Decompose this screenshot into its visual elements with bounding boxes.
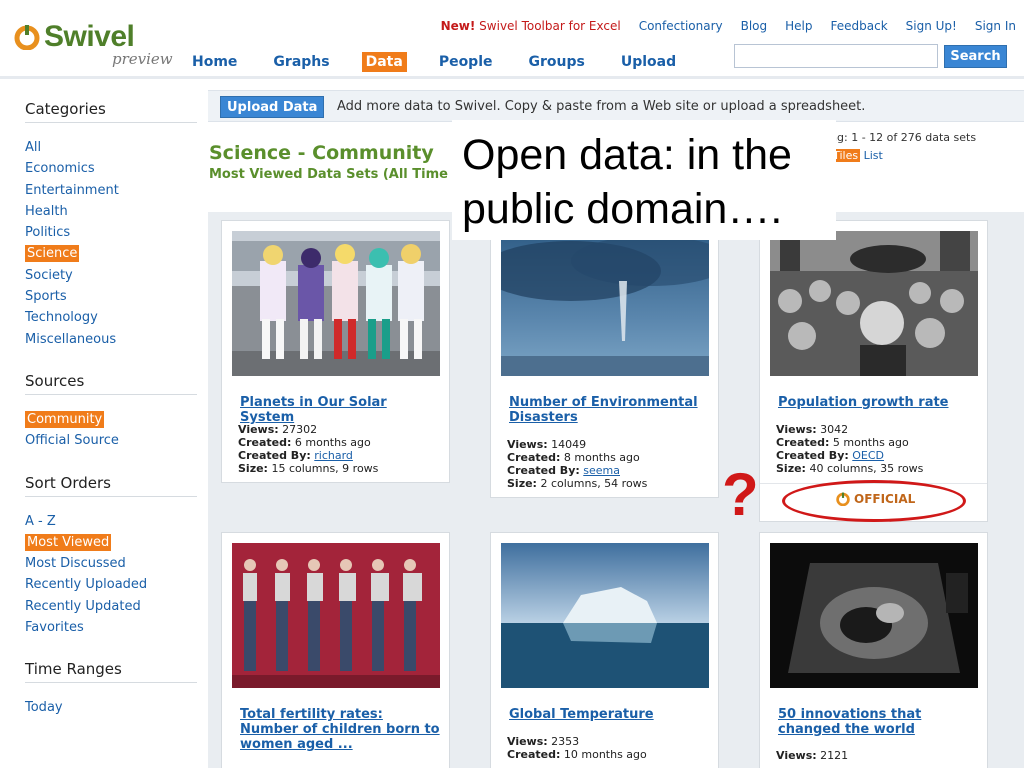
view-list-option[interactable]: List — [864, 149, 883, 162]
dataset-tile: Number of Environmental Disasters Views:… — [490, 220, 719, 498]
category-health[interactable]: Health — [25, 201, 197, 222]
page-title: Science - Community — [209, 142, 434, 164]
swivel-logo[interactable]: Swivel preview — [14, 20, 173, 72]
sort-most-viewed[interactable]: Most Viewed — [25, 532, 197, 553]
creator-link[interactable]: seema — [583, 464, 620, 477]
category-entertainment[interactable]: Entertainment — [25, 180, 197, 201]
tile-meta: Views: 2121 — [776, 749, 849, 762]
category-sports[interactable]: Sports — [25, 286, 197, 307]
time-ranges-list: Today — [25, 697, 197, 718]
annotation-circle — [782, 480, 966, 522]
header-divider — [0, 76, 1024, 79]
dataset-tile: Total fertility rates: Number of childre… — [221, 532, 450, 768]
tile-thumbnail-pregnancy[interactable] — [232, 543, 440, 688]
sign-up-link[interactable]: Sign Up! — [906, 19, 957, 33]
overlay-line-1: Open data: in the — [462, 131, 792, 179]
tile-title-link[interactable]: Population growth rate — [778, 395, 978, 410]
tile-thumbnail-cosplay[interactable] — [232, 231, 440, 376]
tile-meta: Views: 2353 Created: 10 months ago — [507, 735, 647, 761]
creator-link[interactable]: OECD — [852, 449, 884, 462]
tile-thumbnail-tornado[interactable] — [501, 231, 709, 376]
tile-title-link[interactable]: Number of Environmental Disasters — [509, 395, 709, 425]
tornado-photo-icon — [501, 231, 709, 376]
source-official[interactable]: Official Source — [25, 430, 197, 451]
categories-list: All Economics Entertainment Health Polit… — [25, 137, 197, 350]
sort-orders-list: A - Z Most Viewed Most Discussed Recentl… — [25, 511, 197, 639]
sort-orders-heading: Sort Orders — [25, 474, 197, 497]
category-economics[interactable]: Economics — [25, 158, 197, 179]
source-community[interactable]: Community — [25, 409, 197, 430]
nav-upload[interactable]: Upload — [617, 52, 680, 72]
time-ranges-heading: Time Ranges — [25, 660, 197, 684]
sort-a-z[interactable]: A - Z — [25, 511, 197, 532]
category-technology[interactable]: Technology — [25, 307, 197, 328]
cosplay-photo-icon — [232, 231, 440, 376]
sidebar: Categories All Economics Entertainment H… — [25, 100, 197, 741]
main-nav: Home Graphs Data People Groups Upload — [188, 52, 708, 72]
time-today[interactable]: Today — [25, 697, 197, 718]
sort-recently-uploaded[interactable]: Recently Uploaded — [25, 574, 197, 595]
nav-data[interactable]: Data — [361, 52, 407, 72]
sort-most-discussed[interactable]: Most Discussed — [25, 553, 197, 574]
nav-groups[interactable]: Groups — [525, 52, 589, 72]
category-miscellaneous[interactable]: Miscellaneous — [25, 329, 197, 350]
sort-recently-updated[interactable]: Recently Updated — [25, 596, 197, 617]
sources-list: Community Official Source — [25, 409, 197, 452]
category-science[interactable]: Science — [25, 243, 197, 264]
search-input[interactable] — [734, 44, 938, 68]
dataset-tile: Planets in Our Solar System Views: 27302… — [221, 220, 450, 483]
logo-preview-tag: preview — [112, 50, 173, 68]
ultrasound-photo-icon — [770, 543, 978, 688]
slide-overlay-caption: Open data: in the public domain…. — [452, 120, 836, 240]
page-subtitle: Most Viewed Data Sets (All Time — [209, 167, 448, 182]
swivel-logo-icon — [14, 25, 40, 50]
tile-title-link[interactable]: Total fertility rates: Number of childre… — [240, 707, 440, 752]
help-link[interactable]: Help — [785, 19, 812, 33]
logo-wordmark: Swivel — [44, 20, 135, 53]
tile-title-link[interactable]: Planets in Our Solar System — [240, 395, 440, 425]
category-society[interactable]: Society — [25, 265, 197, 286]
sources-heading: Sources — [25, 372, 197, 395]
tile-meta: Views: 14049 Created: 8 months ago Creat… — [507, 438, 648, 490]
tile-thumbnail-ultrasound[interactable] — [770, 543, 978, 688]
annotation-question-mark: ? — [722, 461, 759, 528]
tile-thumbnail-iceberg[interactable] — [501, 543, 709, 688]
tile-title-link[interactable]: 50 innovations that changed the world — [778, 707, 978, 737]
overlay-line-2: public domain…. — [462, 185, 783, 233]
upload-bar: Upload Data Add more data to Swivel. Cop… — [208, 90, 1024, 122]
nav-home[interactable]: Home — [188, 52, 241, 72]
confectionary-link[interactable]: Confectionary — [639, 19, 723, 33]
sign-in-link[interactable]: Sign In — [975, 19, 1016, 33]
iceberg-photo-icon — [501, 543, 709, 688]
tile-title-link[interactable]: Global Temperature — [509, 707, 709, 722]
feedback-link[interactable]: Feedback — [831, 19, 888, 33]
sort-favorites[interactable]: Favorites — [25, 617, 197, 638]
tile-meta: Views: 3042 Created: 5 months ago Create… — [776, 423, 924, 475]
category-politics[interactable]: Politics — [25, 222, 197, 243]
upload-data-button[interactable]: Upload Data — [220, 96, 325, 118]
category-all[interactable]: All — [25, 137, 197, 158]
blog-link[interactable]: Blog — [741, 19, 768, 33]
paging-info: wing: 1 - 12 of 276 data sets — [818, 131, 977, 144]
nav-graphs[interactable]: Graphs — [269, 52, 333, 72]
creator-link[interactable]: richard — [314, 449, 353, 462]
pregnancy-photo-icon — [232, 543, 440, 688]
dataset-tile: Population growth rate Views: 3042 Creat… — [759, 220, 988, 522]
dataset-tile: Global Temperature Views: 2353 Created: … — [490, 532, 719, 768]
upload-hint: Add more data to Swivel. Copy & paste fr… — [337, 99, 866, 114]
dataset-tile: 50 innovations that changed the world Vi… — [759, 532, 988, 768]
tile-thumbnail-crowd[interactable] — [770, 231, 978, 376]
crowd-photo-icon — [770, 231, 978, 376]
top-links: New! Swivel Toolbar for Excel Confection… — [423, 19, 1016, 33]
search-button[interactable]: Search — [944, 45, 1007, 68]
nav-people[interactable]: People — [435, 52, 497, 72]
tile-meta: Views: 27302 Created: 6 months ago Creat… — [238, 423, 379, 475]
toolbar-excel-link[interactable]: New! Swivel Toolbar for Excel — [441, 19, 621, 33]
categories-heading: Categories — [25, 100, 197, 123]
